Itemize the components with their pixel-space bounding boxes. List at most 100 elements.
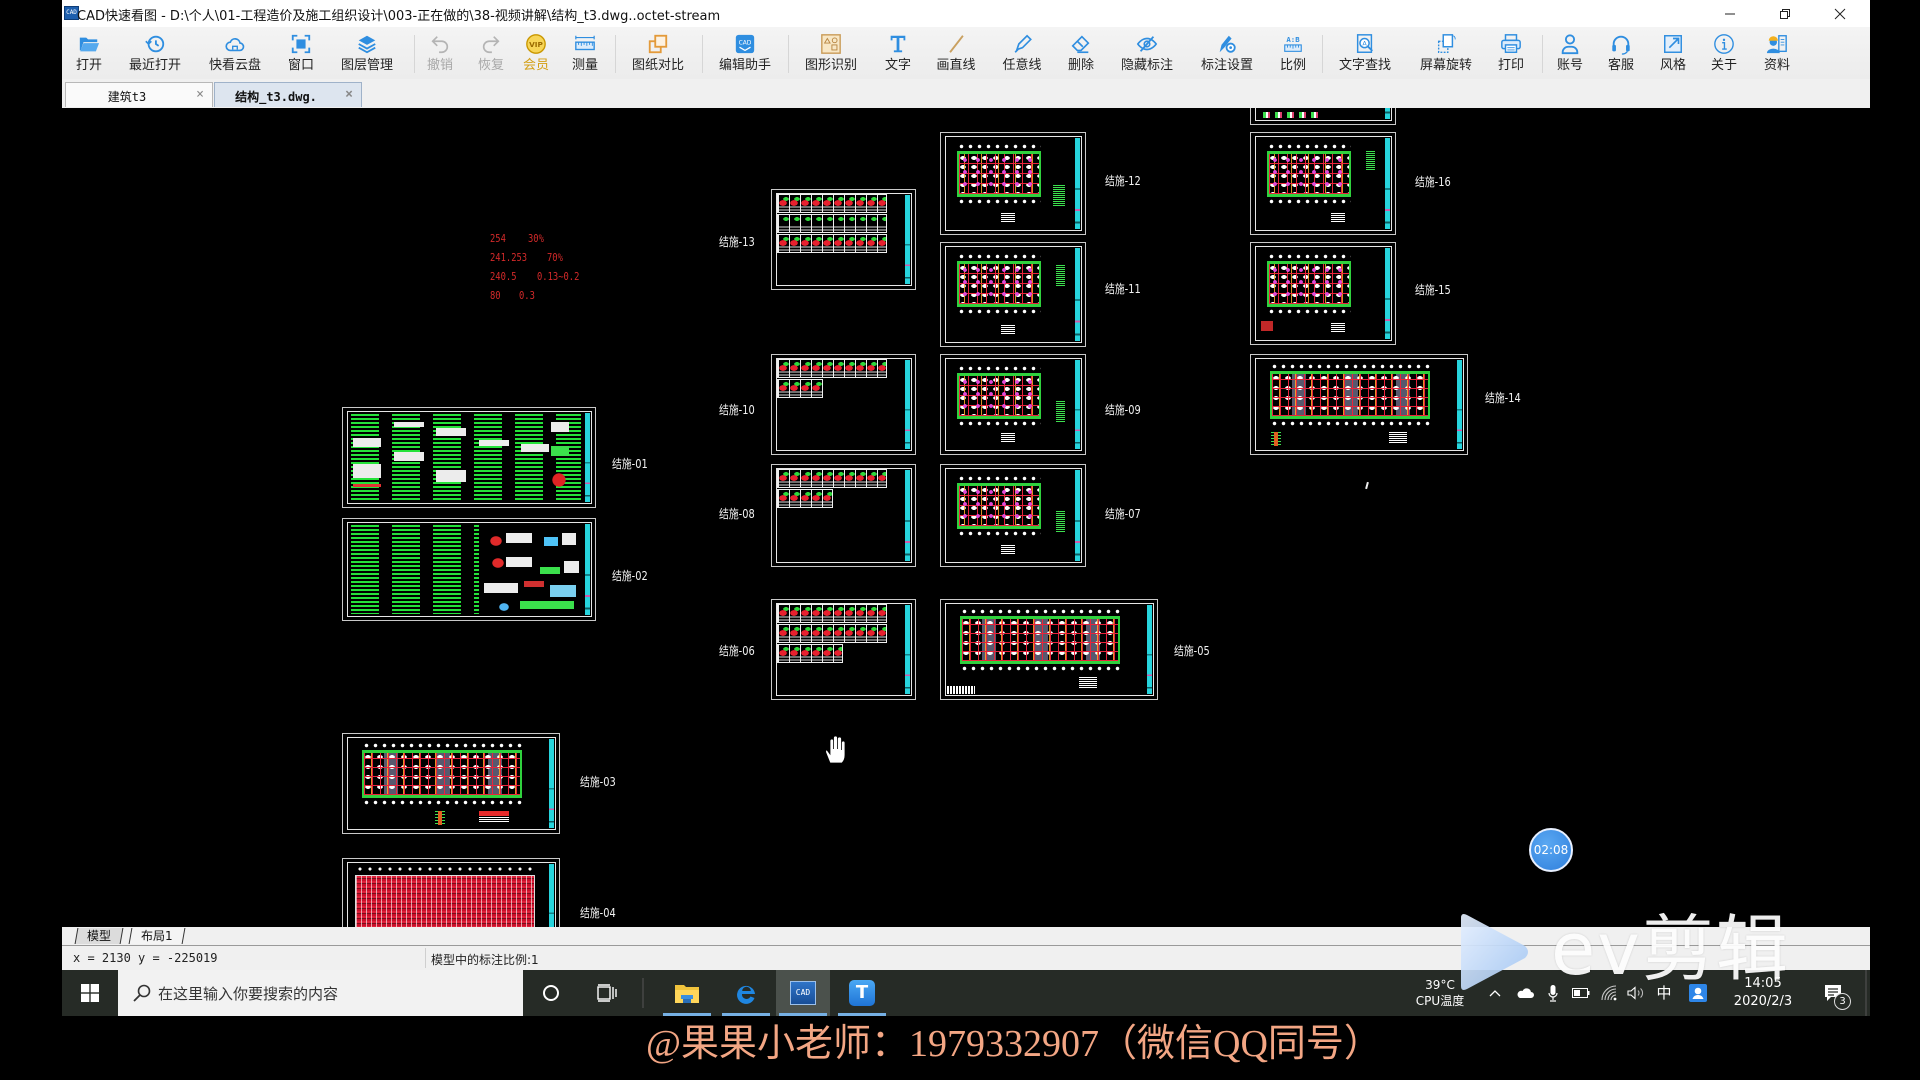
taskbar-file-explorer[interactable] bbox=[660, 970, 714, 1016]
title-bar: CAD CAD快速看图 - D:\个人\01-工程造价及施工组织设计\003-正… bbox=[62, 0, 1870, 27]
tab-structure[interactable]: 结构_t3.dwg. × bbox=[214, 82, 362, 107]
toolbar-vip-button[interactable]: VIP 会员 bbox=[523, 27, 549, 79]
toolbar-delete-button[interactable]: 删除 bbox=[1068, 27, 1094, 79]
sheet-label: 结施-08 bbox=[719, 507, 755, 521]
volume-tray-button[interactable] bbox=[1623, 970, 1649, 1016]
toolbar-freeline-button[interactable]: 任意线 bbox=[1002, 27, 1042, 79]
t-app-icon: T bbox=[849, 980, 875, 1006]
cpu-temperature-widget[interactable]: 39°C CPU温度 bbox=[1405, 970, 1475, 1016]
battery-icon bbox=[1572, 988, 1590, 998]
toolbar-open-button[interactable]: 打开 bbox=[76, 27, 102, 79]
toolbar-cloud-label: 快看云盘 bbox=[208, 58, 262, 73]
layout-tab-layout1[interactable]: 布局1 bbox=[128, 928, 186, 944]
sheet-label: 结施-12 bbox=[1105, 174, 1141, 188]
drawing-sheet bbox=[1250, 108, 1396, 125]
toolbar-resources-button[interactable]: 资料 bbox=[1764, 27, 1790, 79]
taskbar-cad-viewer[interactable]: CAD bbox=[776, 970, 830, 1016]
sheet-legend bbox=[1331, 213, 1345, 222]
toolbar-text-button[interactable]: 文字 bbox=[885, 27, 911, 79]
sheet-label: 结施-02 bbox=[612, 569, 648, 583]
toolbar-style-label: 风格 bbox=[1659, 58, 1687, 73]
network-tray-button[interactable] bbox=[1596, 970, 1622, 1016]
tab-building[interactable]: 建筑t3 × bbox=[65, 82, 213, 107]
qq-tray-button[interactable] bbox=[1684, 970, 1712, 1016]
sheet-title-block bbox=[549, 739, 554, 828]
annotation-value: 254 bbox=[490, 232, 506, 245]
toolbar-layers-button[interactable]: 图层管理 bbox=[341, 27, 393, 79]
sheet-label: 结施-16 bbox=[1415, 175, 1451, 189]
sheet-plan bbox=[362, 743, 523, 805]
toolbar-line-button[interactable]: 画直线 bbox=[936, 27, 976, 79]
search-placeholder: 在这里输入你要搜索的内容 bbox=[158, 985, 339, 1003]
window-title: CAD快速看图 - D:\个人\01-工程造价及施工组织设计\003-正在做的\… bbox=[77, 9, 721, 24]
toolbar-rotate-button[interactable]: 屏幕旋转 bbox=[1420, 27, 1472, 79]
restore-icon bbox=[1780, 8, 1790, 19]
onedrive-tray-button[interactable] bbox=[1512, 970, 1538, 1016]
clock-time: 14:05 bbox=[1744, 976, 1782, 991]
sheet-legend bbox=[1331, 323, 1345, 332]
toolbar-window-button[interactable]: 窗口 bbox=[288, 27, 314, 79]
toolbar-delete-label: 删除 bbox=[1067, 58, 1095, 73]
undo-icon bbox=[431, 36, 449, 54]
toolbar-service-button[interactable]: 客服 bbox=[1608, 27, 1634, 79]
drawing-canvas[interactable]: 254 30% 241.253 70% 240.5 0.13~0.2 80 0.3 结施… bbox=[62, 108, 1870, 927]
toolbar-compare-label: 图纸对比 bbox=[631, 58, 685, 73]
restore-button[interactable] bbox=[1762, 0, 1808, 27]
toolbar-account-label: 账号 bbox=[1556, 58, 1584, 73]
cpu-temp-label: CPU温度 bbox=[1415, 994, 1465, 1008]
task-view-button[interactable] bbox=[585, 970, 629, 1016]
drawing-sheet bbox=[940, 242, 1086, 347]
toolbar-hide-annotation-button[interactable]: 隐藏标注 bbox=[1121, 27, 1173, 79]
toolbar-edit-assistant-button[interactable]: CAD 编辑助手 bbox=[719, 27, 771, 79]
drawing-sheet bbox=[771, 599, 916, 700]
close-button[interactable] bbox=[1817, 0, 1863, 27]
toolbar-style-button[interactable]: 风格 bbox=[1660, 27, 1686, 79]
search-icon bbox=[133, 984, 151, 1002]
toolbar-scale-button[interactable]: A:B 比例 bbox=[1280, 27, 1306, 79]
toolbar-cloud-button[interactable]: 快看云盘 bbox=[209, 27, 261, 79]
sheet-axis bbox=[355, 867, 535, 871]
sheet-label: 结施-15 bbox=[1415, 283, 1451, 297]
toolbar-measure-button[interactable]: 测量 bbox=[572, 27, 598, 79]
toolbar-text-search-label: 文字查找 bbox=[1338, 58, 1392, 73]
toolbar-annotation-settings-button[interactable]: 标注设置 bbox=[1201, 27, 1253, 79]
taskbar-t-app[interactable]: T bbox=[835, 970, 889, 1016]
task-view-icon bbox=[597, 984, 617, 1002]
tab-close-icon[interactable]: × bbox=[196, 87, 204, 102]
drawing-sheet bbox=[771, 189, 916, 290]
ime-indicator[interactable]: 中 bbox=[1651, 970, 1677, 1016]
show-hidden-icons-button[interactable] bbox=[1483, 970, 1507, 1016]
tab-label: 结构_t3.dwg. bbox=[235, 90, 317, 104]
taskbar-edge[interactable] bbox=[719, 970, 773, 1016]
start-button[interactable] bbox=[62, 970, 118, 1016]
toolbar-redo-button[interactable]: 恢复 bbox=[478, 27, 504, 79]
action-center-button[interactable]: 3 bbox=[1813, 970, 1853, 1016]
battery-tray-button[interactable] bbox=[1568, 970, 1594, 1016]
sheet-detail-row bbox=[777, 194, 887, 213]
taskbar-search-box[interactable]: 在这里输入你要搜索的内容 bbox=[118, 970, 523, 1016]
sheet-detail-row bbox=[777, 379, 823, 398]
toolbar-compare-button[interactable]: 图纸对比 bbox=[632, 27, 684, 79]
sheet-title-block bbox=[905, 605, 910, 694]
toolbar-about-button[interactable]: 关于 bbox=[1711, 27, 1737, 79]
layout-tab-model[interactable]: 模型 bbox=[74, 928, 124, 944]
user-icon bbox=[1561, 34, 1579, 55]
show-desktop-button[interactable] bbox=[1865, 970, 1867, 1016]
toolbar-print-button[interactable]: 打印 bbox=[1498, 27, 1524, 79]
toolbar-undo-button[interactable]: 撤销 bbox=[427, 27, 453, 79]
sheet-legend bbox=[1001, 213, 1015, 222]
cortana-button[interactable] bbox=[529, 970, 573, 1016]
minimize-button[interactable] bbox=[1707, 0, 1753, 27]
toolbar-recent-button[interactable]: 最近打开 bbox=[129, 27, 181, 79]
toolbar-account-button[interactable]: 账号 bbox=[1557, 27, 1583, 79]
taskbar-clock[interactable]: 14:05 2020/2/3 bbox=[1721, 970, 1805, 1016]
tab-close-icon[interactable]: × bbox=[345, 87, 353, 102]
annotation-scale-text: 模型中的标注比例:1 bbox=[431, 953, 539, 967]
microphone-tray-button[interactable] bbox=[1541, 970, 1565, 1016]
toolbar-shape-recognize-button[interactable]: 图形识别 bbox=[805, 27, 857, 79]
toolbar-edit-assistant-label: 编辑助手 bbox=[718, 58, 772, 73]
recording-timer[interactable]: 02:08 bbox=[1529, 828, 1573, 872]
canvas-mark bbox=[1365, 481, 1369, 490]
close-icon bbox=[1834, 8, 1846, 19]
toolbar-text-search-button[interactable]: A 文字查找 bbox=[1339, 27, 1391, 79]
